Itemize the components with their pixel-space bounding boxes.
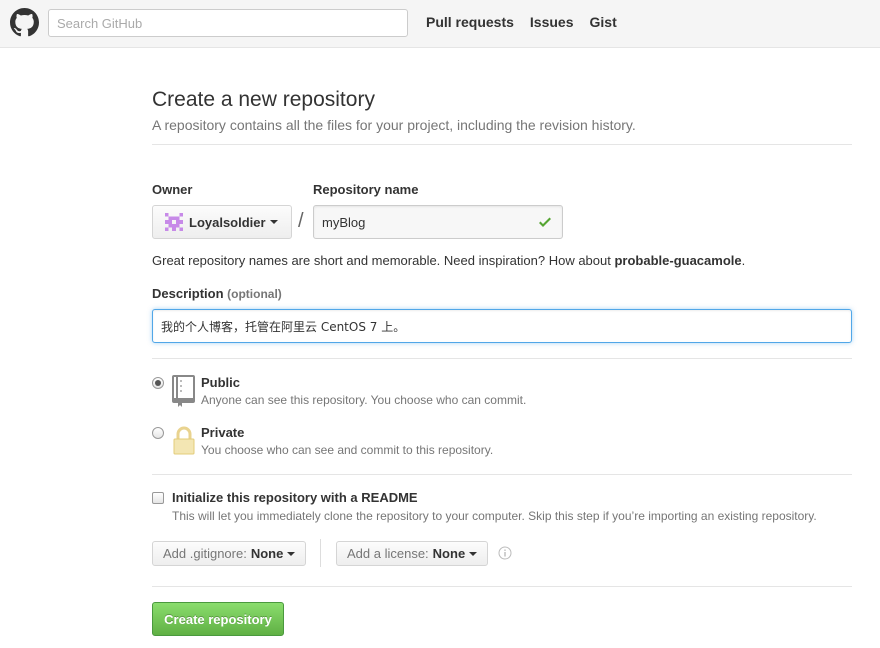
owner-select-button[interactable]: Loyalsoldier: [152, 205, 292, 239]
repo-name-label: Repository name: [313, 182, 419, 197]
top-nav: Pull requests Issues Gist: [426, 14, 617, 30]
site-header: Pull requests Issues Gist: [0, 0, 880, 48]
private-title: Private: [201, 425, 245, 440]
readme-checkbox[interactable]: [152, 492, 164, 504]
visibility-private-option[interactable]: Private You choose who can see and commi…: [152, 425, 652, 459]
gitignore-value: None: [250, 546, 284, 561]
readme-title[interactable]: Initialize this repository with a README: [172, 490, 418, 505]
repo-name-input[interactable]: [313, 205, 563, 239]
license-label: Add a license:: [347, 546, 429, 561]
info-icon[interactable]: [498, 546, 512, 560]
owner-label: Owner: [152, 182, 193, 197]
private-description: You choose who can see and commit to thi…: [201, 443, 494, 457]
caret-down-icon: [469, 551, 478, 556]
repo-icon: [172, 375, 195, 407]
caret-down-icon: [287, 551, 296, 556]
page-subtitle: A repository contains all the files for …: [152, 117, 636, 133]
hint-text: Great repository names are short and mem…: [152, 253, 615, 268]
github-logo-icon[interactable]: [10, 8, 39, 37]
description-label: Description (optional): [152, 286, 282, 301]
page-title: Create a new repository: [152, 88, 375, 111]
divider: [152, 144, 852, 145]
check-icon: [539, 217, 551, 227]
description-label-text: Description: [152, 286, 224, 301]
create-repository-button[interactable]: Create repository: [152, 602, 284, 636]
nav-gist[interactable]: Gist: [590, 14, 617, 30]
caret-down-icon: [269, 220, 278, 224]
divider-vertical: [320, 539, 321, 567]
lock-icon: [173, 426, 195, 455]
public-description: Anyone can see this repository. You choo…: [201, 393, 527, 407]
optional-tag: (optional): [227, 287, 282, 301]
description-input[interactable]: [152, 309, 852, 343]
search-input[interactable]: [48, 9, 408, 37]
name-hint: Great repository names are short and mem…: [152, 253, 745, 268]
nav-pull-requests[interactable]: Pull requests: [426, 14, 514, 30]
gitignore-select-button[interactable]: Add .gitignore: None: [152, 541, 307, 566]
divider: [152, 474, 852, 475]
private-radio[interactable]: [152, 427, 164, 439]
license-value: None: [432, 546, 466, 561]
divider: [152, 358, 852, 359]
owner-name: Loyalsoldier: [189, 214, 266, 230]
public-radio[interactable]: [152, 377, 164, 389]
suggested-name[interactable]: probable-guacamole: [614, 253, 741, 268]
owner-repo-separator: /: [298, 210, 304, 232]
visibility-public-option[interactable]: Public Anyone can see this repository. Y…: [152, 375, 652, 409]
license-select-button[interactable]: Add a license: None: [336, 541, 489, 566]
identicon-avatar: [165, 213, 183, 231]
hint-end: .: [741, 253, 746, 268]
divider: [152, 586, 852, 587]
readme-description: This will let you immediately clone the …: [172, 509, 817, 523]
nav-issues[interactable]: Issues: [530, 14, 574, 30]
public-title: Public: [201, 375, 241, 390]
gitignore-label: Add .gitignore:: [163, 546, 247, 561]
